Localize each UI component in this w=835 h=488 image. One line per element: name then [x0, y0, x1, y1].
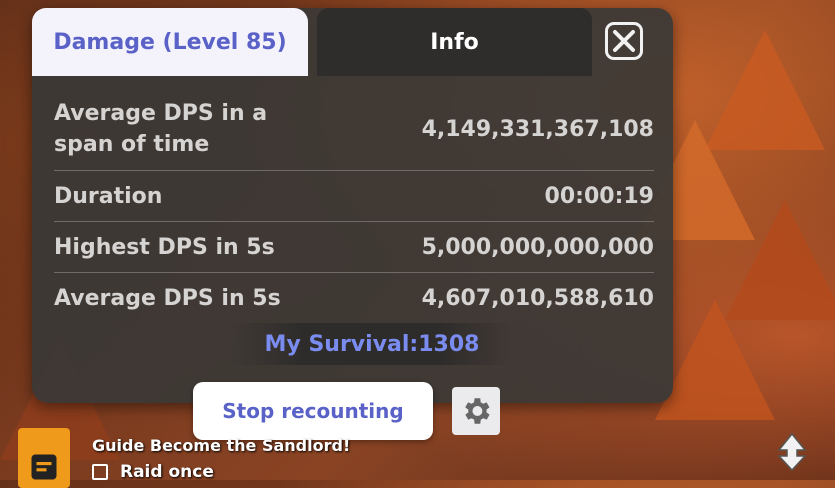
stat-row-average-dps-5s: Average DPS in 5s 4,607,010,588,610: [54, 273, 654, 323]
tab-bar: Damage (Level 85) Info: [32, 8, 673, 76]
tab-info[interactable]: Info: [317, 8, 592, 76]
stat-value: 4,607,010,588,610: [421, 285, 654, 311]
stat-label: Duration: [54, 183, 163, 209]
stop-recounting-button[interactable]: Stop recounting: [193, 382, 433, 440]
quest-button[interactable]: [18, 428, 70, 488]
scenery-tree: [655, 300, 775, 420]
stat-value: 00:00:19: [544, 183, 654, 209]
stat-row-average-dps-span: Average DPS in a span of time 4,149,331,…: [54, 88, 654, 171]
navigation-arrows-icon[interactable]: [775, 432, 809, 472]
close-icon: [613, 30, 635, 52]
quest-task-label: Raid once: [120, 462, 214, 482]
quest-title[interactable]: Guide Become the Sandlord!: [92, 436, 350, 455]
settings-button[interactable]: [452, 387, 500, 435]
tab-damage[interactable]: Damage (Level 85): [32, 8, 308, 76]
quest-checkbox: [92, 464, 108, 480]
gear-icon: [465, 398, 490, 424]
damage-stats-panel: Damage (Level 85) Info Average DPS in a …: [32, 8, 673, 403]
survival-count: My Survival:1308: [232, 323, 512, 365]
close-button[interactable]: [605, 22, 643, 60]
stat-row-duration: Duration 00:00:19: [54, 171, 654, 222]
quest-document-icon: [31, 454, 57, 480]
stats-list: Average DPS in a span of time 4,149,331,…: [54, 88, 654, 323]
quest-task[interactable]: Raid once: [92, 462, 214, 482]
stat-label: Average DPS in 5s: [54, 285, 281, 311]
stat-label: Average DPS in a span of time: [54, 101, 268, 157]
stat-value: 4,149,331,367,108: [421, 116, 654, 142]
stat-value: 5,000,000,000,000: [421, 234, 654, 260]
stat-row-highest-dps-5s: Highest DPS in 5s 5,000,000,000,000: [54, 222, 654, 273]
stat-label: Highest DPS in 5s: [54, 234, 275, 260]
